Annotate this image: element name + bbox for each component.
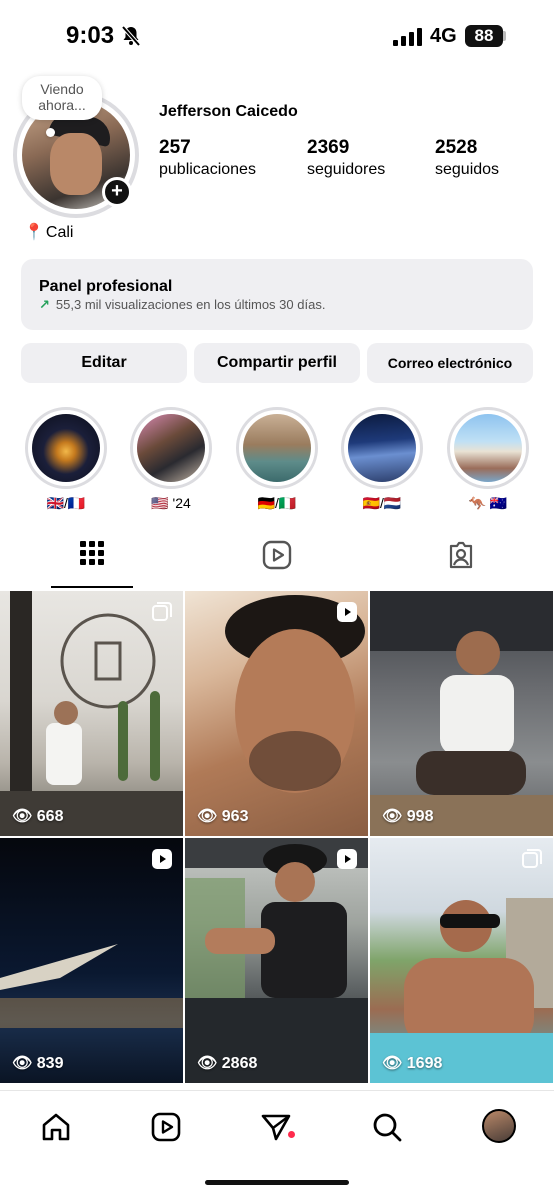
post-thumbnail[interactable]: 👁 998	[370, 591, 553, 836]
carousel-icon	[151, 601, 173, 628]
highlight-ring	[25, 407, 107, 489]
highlight-ring	[236, 407, 318, 489]
paper-plane-icon	[261, 1114, 291, 1141]
highlight-image	[32, 414, 100, 482]
avatar-face-shape	[50, 133, 102, 195]
carousel-icon	[521, 848, 543, 875]
highlight-image	[454, 414, 522, 482]
stat-following-label: seguidos	[435, 161, 500, 178]
post-thumbnail[interactable]: 👁 668	[0, 591, 183, 836]
stat-posts[interactable]: 257 publicaciones	[159, 137, 256, 179]
panel-subtitle: 55,3 mil visualizaciones en los últimos …	[55, 297, 326, 312]
eye-icon: 👁	[12, 808, 37, 825]
stat-followers-value: 2369	[307, 137, 350, 158]
post-thumbnail[interactable]: 👁 839	[0, 838, 183, 1083]
nav-messages[interactable]	[256, 1107, 296, 1147]
add-story-button[interactable]: +	[102, 177, 132, 207]
post-views: 👁 839	[12, 1055, 64, 1072]
muted-bell-icon	[121, 25, 141, 47]
highlight-image	[348, 414, 416, 482]
reel-icon	[336, 601, 358, 628]
highlight-item[interactable]: 🇪🇸/🇳🇱	[341, 407, 423, 512]
highlight-image	[137, 414, 205, 482]
nav-profile-avatar[interactable]	[482, 1109, 516, 1143]
share-profile-button[interactable]: Compartir perfil	[194, 343, 360, 383]
highlight-label: 🇺🇸 '24	[151, 495, 191, 511]
post-views: 👁 668	[12, 808, 64, 825]
eye-icon: 👁	[382, 808, 407, 825]
post-views: 👁 1698	[382, 1055, 443, 1072]
network-type: 4G	[430, 25, 457, 47]
location-pin-icon: 📍	[24, 224, 44, 241]
eye-icon: 👁	[382, 1055, 407, 1072]
panel-subtitle-row: ↗ 55,3 mil visualizaciones en los últimos…	[39, 297, 325, 313]
battery-nub	[503, 31, 506, 41]
email-button[interactable]: Correo electrónico	[367, 343, 533, 383]
eye-icon: 👁	[197, 1055, 222, 1072]
post-views: 👁 963	[197, 808, 249, 825]
highlight-item[interactable]: 🇩🇪/🇮🇹	[236, 407, 318, 512]
post-views: 👁 2868	[197, 1055, 258, 1072]
highlight-ring	[447, 407, 529, 489]
highlight-image	[243, 414, 311, 482]
highlight-item[interactable]: 🇬🇧/🇫🇷	[25, 407, 107, 512]
nav-search[interactable]	[367, 1107, 407, 1147]
stat-followers-label: seguidores	[307, 161, 386, 178]
home-indicator	[205, 1180, 349, 1185]
location: 📍 Cali	[24, 222, 73, 242]
highlight-label: 🦘 🇦🇺	[468, 495, 508, 511]
eye-icon: 👁	[197, 808, 222, 825]
profile-name: Jefferson Caicedo	[159, 103, 298, 120]
highlight-item[interactable]: 🇺🇸 '24	[130, 407, 212, 512]
note-bubble-tail	[46, 128, 55, 137]
panel-title: Panel profesional	[39, 278, 173, 295]
location-text: Cali	[45, 224, 74, 241]
stat-followers[interactable]: 2369 seguidores	[307, 137, 385, 179]
highlight-ring	[341, 407, 423, 489]
stat-following[interactable]: 2528 seguidos	[435, 137, 499, 179]
nav-home[interactable]	[36, 1107, 76, 1147]
status-bar: 9:03 4G 88	[0, 0, 554, 74]
nav-reels[interactable]	[146, 1107, 186, 1147]
stat-posts-value: 257	[159, 137, 191, 158]
post-views: 👁 998	[382, 808, 434, 825]
search-icon	[373, 1113, 402, 1142]
trend-up-icon: ↗	[39, 297, 50, 312]
reel-icon	[151, 848, 173, 875]
tab-reels[interactable]	[236, 540, 318, 588]
highlight-item[interactable]: 🦘 🇦🇺	[447, 407, 529, 512]
reels-icon	[262, 540, 292, 570]
grid-icon	[80, 541, 104, 565]
professional-dashboard[interactable]: Panel profesional ↗ 55,3 mil visualizacio…	[21, 259, 533, 330]
highlight-label: 🇪🇸/🇳🇱	[362, 495, 402, 511]
highlight-ring	[130, 407, 212, 489]
post-thumbnail[interactable]: 👁 963	[185, 591, 368, 836]
status-time: 9:03	[66, 22, 115, 49]
tagged-icon	[449, 541, 473, 569]
reel-icon	[336, 848, 358, 875]
notification-dot	[288, 1131, 295, 1138]
battery-icon: 88	[465, 25, 503, 47]
active-tab-indicator	[51, 586, 133, 588]
edit-profile-button[interactable]: Editar	[21, 343, 187, 383]
signal-icon	[393, 28, 422, 46]
highlight-label: 🇬🇧/🇫🇷	[46, 495, 86, 511]
post-thumbnail[interactable]: 👁 1698	[370, 838, 553, 1083]
note-bubble[interactable]: Viendo ahora...	[22, 76, 102, 120]
highlight-label: 🇩🇪/🇮🇹	[257, 495, 297, 511]
tab-tagged[interactable]	[420, 540, 502, 588]
post-image-shapes	[370, 591, 553, 836]
stat-following-value: 2528	[435, 137, 478, 158]
tab-grid[interactable]	[51, 540, 133, 588]
stat-posts-label: publicaciones	[159, 161, 256, 178]
home-icon	[42, 1113, 70, 1141]
eye-icon: 👁	[12, 1055, 37, 1072]
post-thumbnail[interactable]: 👁 2868	[185, 838, 368, 1083]
reels-icon	[151, 1112, 181, 1142]
